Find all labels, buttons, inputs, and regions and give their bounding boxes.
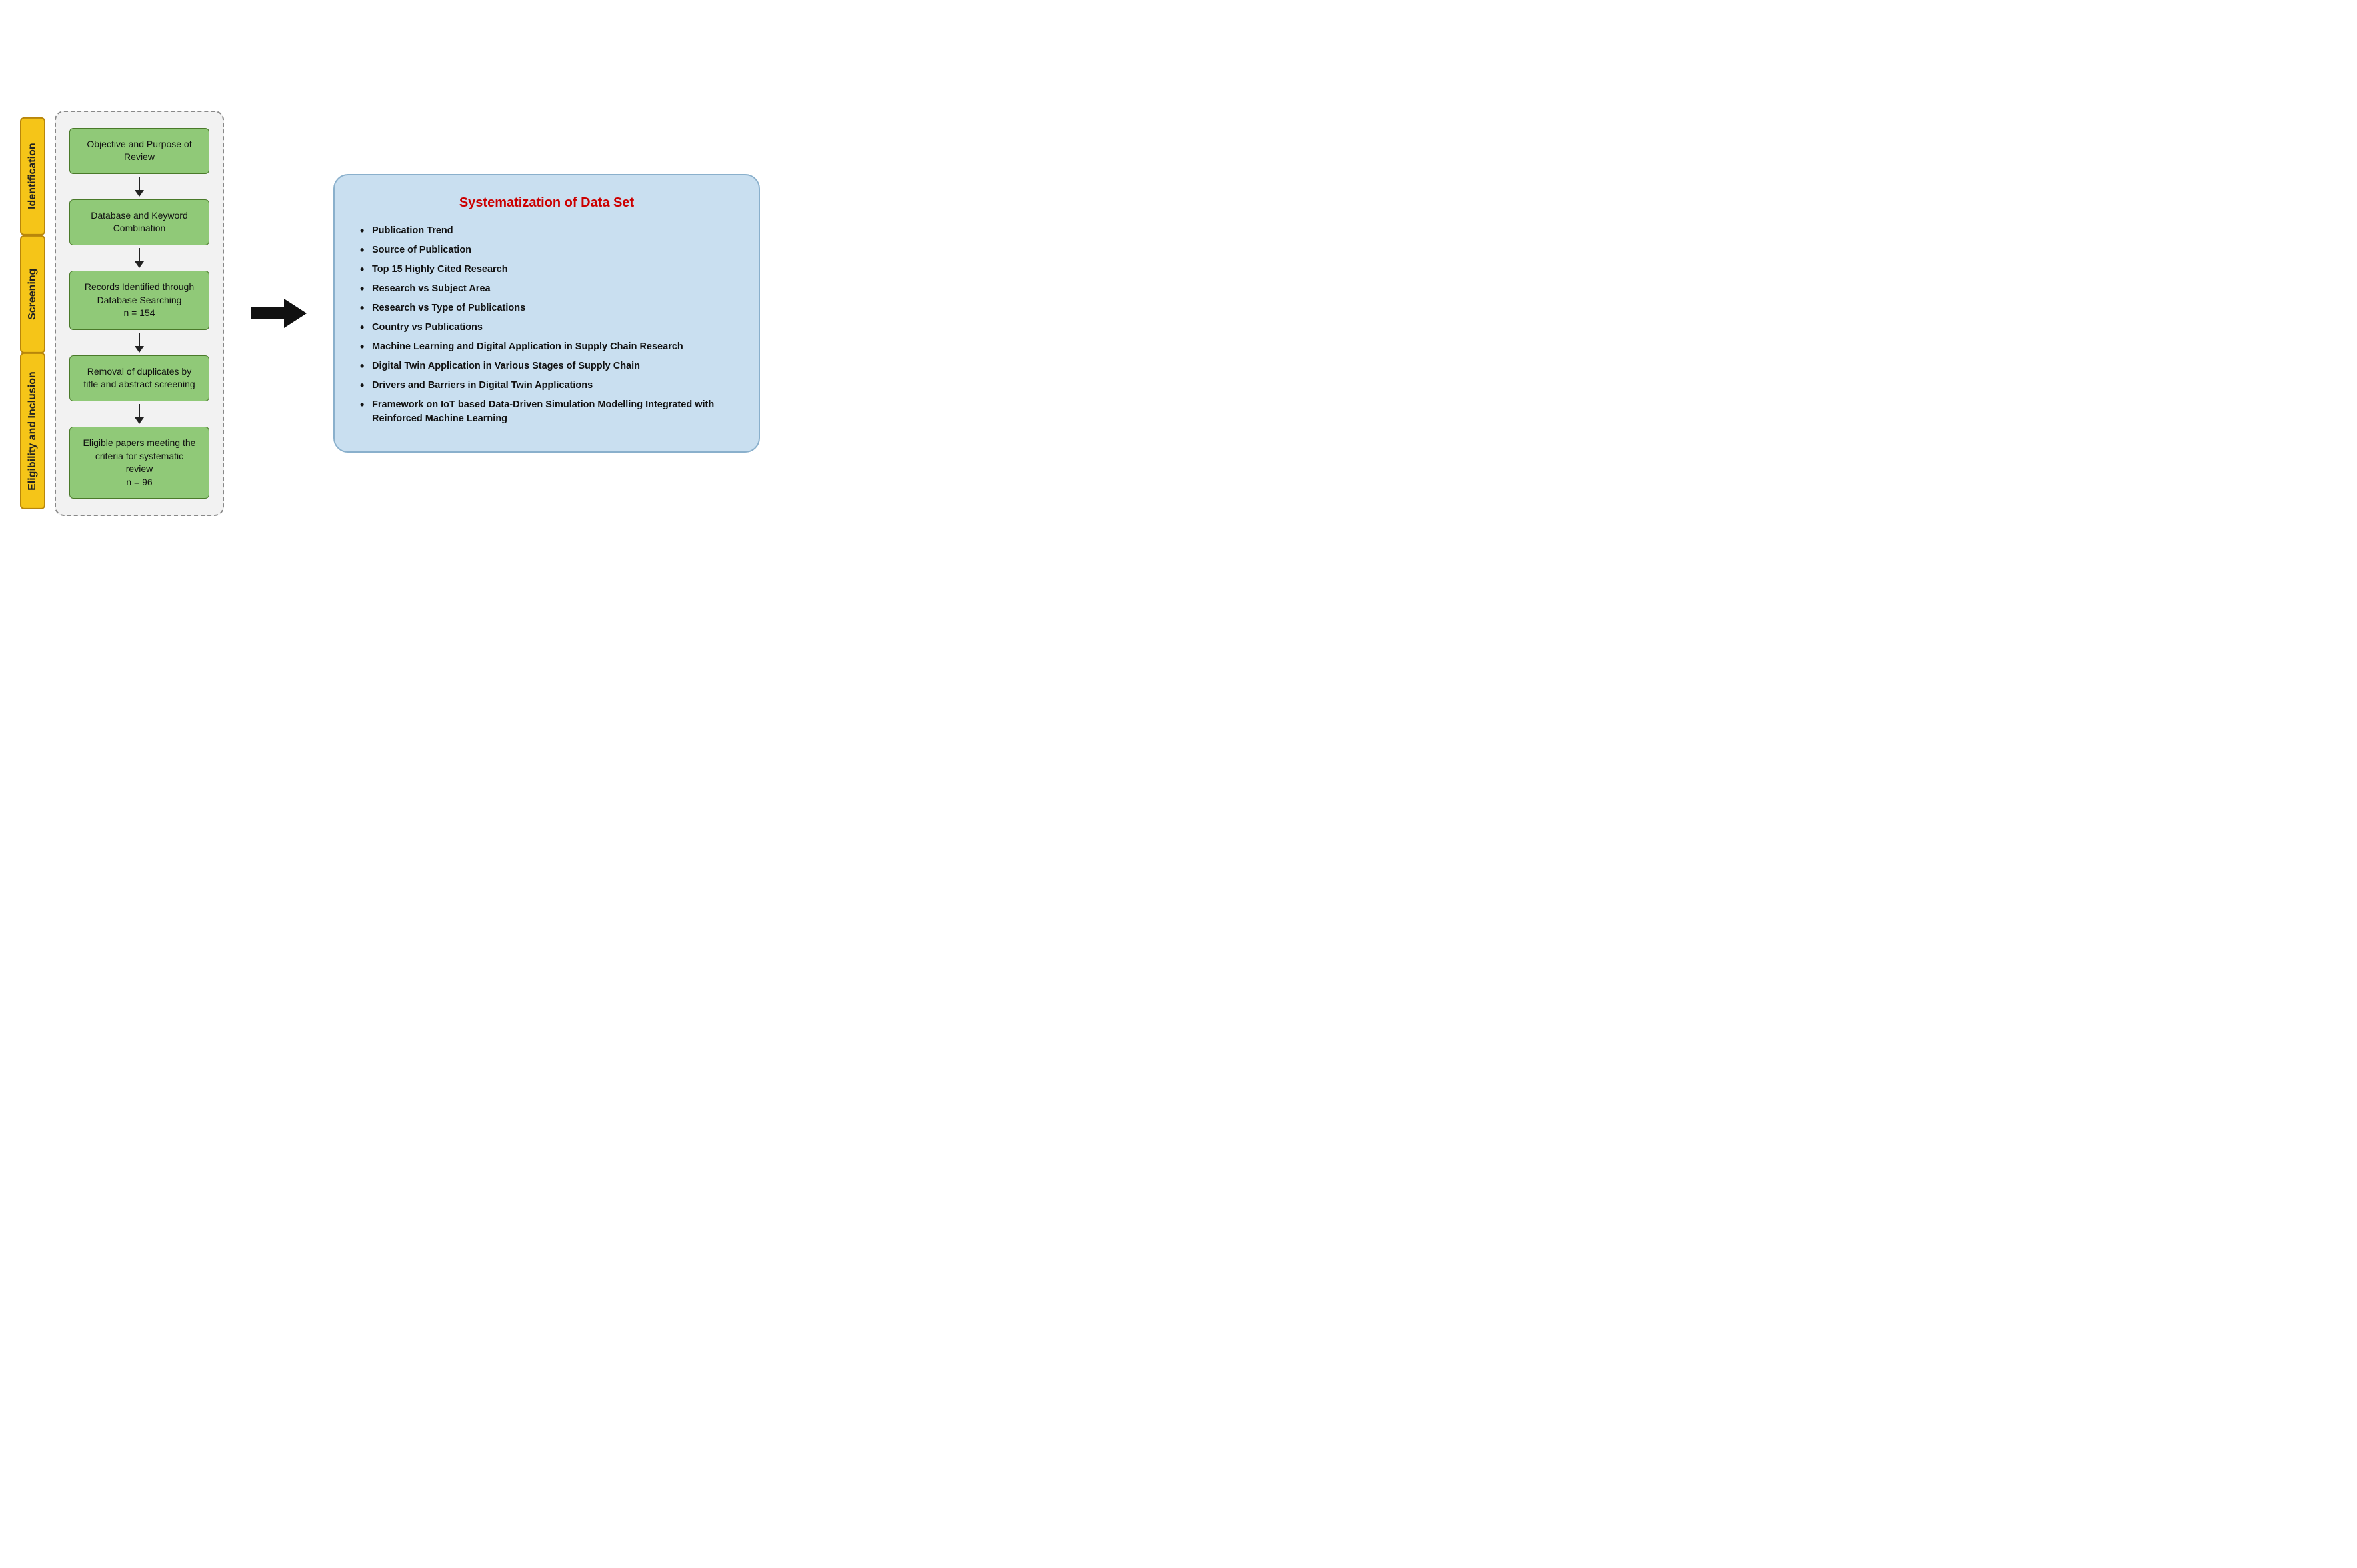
panel-list-item-9: Framework on IoT based Data-Driven Simul… bbox=[357, 398, 736, 426]
big-arrow-head bbox=[284, 299, 307, 328]
flow-box-eligible-label: Eligible papers meeting the criteria for… bbox=[83, 437, 196, 474]
stages-column: Identification Screening Eligibility and… bbox=[20, 111, 45, 517]
flow-dashed-box: Objective and Purpose of Review Database… bbox=[55, 111, 224, 517]
arrow-4 bbox=[135, 404, 144, 424]
flow-box-records-n: n = 154 bbox=[123, 307, 155, 318]
big-arrow-shaft bbox=[251, 307, 284, 319]
stage-screening: Screening bbox=[20, 235, 45, 353]
arrow-line-4 bbox=[139, 404, 140, 417]
panel-list-item-0: Publication Trend bbox=[357, 224, 736, 238]
arrow-head-3 bbox=[135, 346, 144, 353]
stage-identification: Identification bbox=[20, 117, 45, 235]
stage-eligibility: Eligibility and Inclusion bbox=[20, 353, 45, 509]
arrow-line-3 bbox=[139, 333, 140, 346]
panel-list-item-5: Country vs Publications bbox=[357, 321, 736, 335]
arrow-3 bbox=[135, 333, 144, 353]
arrow-1 bbox=[135, 177, 144, 197]
flow-box-records-label: Records Identified through Database Sear… bbox=[85, 281, 194, 305]
flow-box-eligible: Eligible papers meeting the criteria for… bbox=[69, 427, 209, 499]
panel-list-item-1: Source of Publication bbox=[357, 243, 736, 257]
big-arrow-body bbox=[251, 299, 307, 328]
arrow-line-1 bbox=[139, 177, 140, 190]
panel-list: Publication Trend Source of Publication To… bbox=[357, 224, 736, 426]
panel-list-item-7: Digital Twin Application in Various Stag… bbox=[357, 359, 736, 373]
left-section: Identification Screening Eligibility and… bbox=[20, 111, 224, 517]
diagram-container: Identification Screening Eligibility and… bbox=[20, 111, 923, 517]
panel-list-item-6: Machine Learning and Digital Application… bbox=[357, 340, 736, 354]
panel-list-item-4: Research vs Type of Publications bbox=[357, 301, 736, 315]
flow-box-objective: Objective and Purpose of Review bbox=[69, 128, 209, 174]
arrow-head-2 bbox=[135, 261, 144, 268]
flow-box-records: Records Identified through Database Sear… bbox=[69, 271, 209, 330]
arrow-head-4 bbox=[135, 417, 144, 424]
flow-box-eligible-n: n = 96 bbox=[126, 477, 152, 487]
panel-list-item-2: Top 15 Highly Cited Research bbox=[357, 263, 736, 277]
arrow-head-1 bbox=[135, 190, 144, 197]
arrow-2 bbox=[135, 248, 144, 268]
right-panel: Systematization of Data Set Publication … bbox=[333, 174, 760, 453]
big-arrow bbox=[251, 299, 307, 328]
flow-box-removal: Removal of duplicates by title and abstr… bbox=[69, 355, 209, 401]
panel-title: Systematization of Data Set bbox=[357, 195, 736, 211]
panel-list-item-3: Research vs Subject Area bbox=[357, 282, 736, 296]
flow-box-database: Database and Keyword Combination bbox=[69, 199, 209, 245]
panel-list-item-8: Drivers and Barriers in Digital Twin App… bbox=[357, 379, 736, 393]
arrow-line-2 bbox=[139, 248, 140, 261]
